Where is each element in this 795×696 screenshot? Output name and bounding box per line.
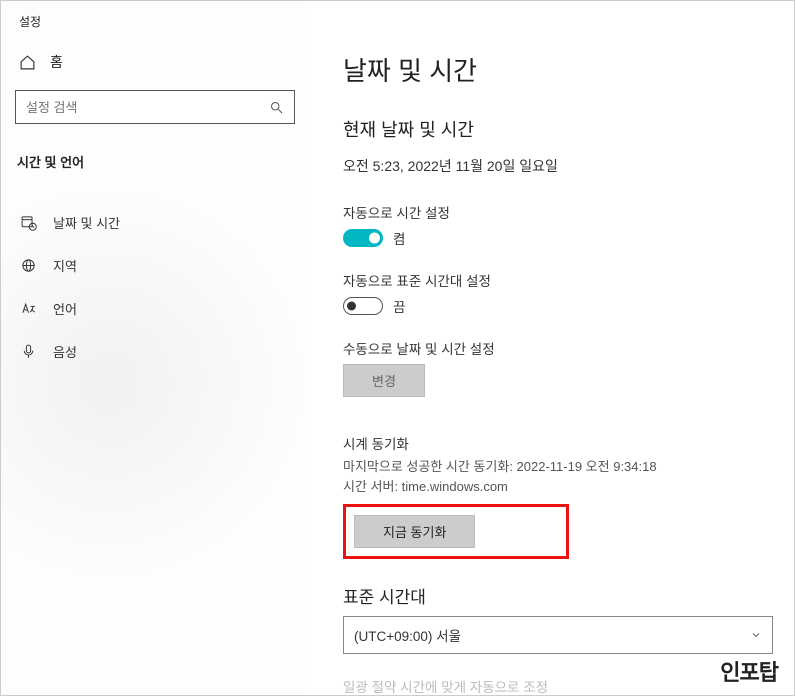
change-button: 변경	[343, 364, 425, 397]
category-title: 시간 및 언어	[1, 124, 311, 171]
sidebar-item-label: 음성	[53, 342, 77, 361]
dst-label: 일광 절약 시간에 맞게 자동으로 조정	[343, 676, 774, 695]
manual-datetime-label: 수동으로 날짜 및 시간 설정	[343, 338, 774, 358]
main-content: 날짜 및 시간 현재 날짜 및 시간 오전 5:23, 2022년 11월 20…	[311, 1, 794, 695]
globe-icon	[19, 257, 37, 274]
current-datetime-heading: 현재 날짜 및 시간	[343, 116, 774, 142]
auto-time-toggle[interactable]	[343, 229, 383, 247]
search-input[interactable]	[15, 90, 295, 124]
chevron-down-icon	[750, 629, 762, 641]
page-title: 날짜 및 시간	[343, 51, 774, 88]
sidebar-item-label: 언어	[53, 299, 77, 318]
home-icon	[19, 54, 36, 71]
language-icon	[19, 300, 37, 317]
sync-server: 시간 서버: time.windows.com	[343, 477, 774, 497]
sidebar-item-label: 지역	[53, 256, 77, 275]
sidebar-item-speech[interactable]: 음성	[1, 330, 311, 373]
auto-tz-toggle[interactable]	[343, 297, 383, 315]
sidebar-item-datetime[interactable]: 날짜 및 시간	[1, 201, 311, 244]
timezone-heading: 표준 시간대	[343, 583, 774, 608]
sidebar: 설정 홈 시간 및 언어	[1, 1, 311, 695]
window-title: 설정	[1, 9, 311, 30]
auto-tz-label: 자동으로 표준 시간대 설정	[343, 270, 774, 290]
sidebar-item-region[interactable]: 지역	[1, 244, 311, 287]
watermark: 인포탑	[720, 655, 778, 687]
home-link[interactable]: 홈	[1, 30, 311, 72]
current-datetime-value: 오전 5:23, 2022년 11월 20일 일요일	[343, 156, 774, 176]
sync-heading: 시계 동기화	[343, 433, 774, 453]
sidebar-item-label: 날짜 및 시간	[53, 213, 120, 232]
home-label: 홈	[50, 52, 63, 72]
calendar-clock-icon	[19, 214, 37, 231]
timezone-select[interactable]: (UTC+09:00) 서울	[343, 616, 773, 654]
search-field[interactable]	[26, 100, 269, 115]
sync-last: 마지막으로 성공한 시간 동기화: 2022-11-19 오전 9:34:18	[343, 457, 774, 477]
timezone-value: (UTC+09:00) 서울	[354, 625, 461, 645]
search-icon	[269, 100, 284, 115]
microphone-icon	[19, 343, 37, 360]
auto-tz-state: 끔	[393, 296, 405, 316]
sync-now-button[interactable]: 지금 동기화	[354, 515, 475, 548]
highlight-box: 지금 동기화	[343, 504, 569, 559]
auto-time-label: 자동으로 시간 설정	[343, 202, 774, 222]
auto-time-state: 켬	[393, 228, 405, 248]
sidebar-item-language[interactable]: 언어	[1, 287, 311, 330]
